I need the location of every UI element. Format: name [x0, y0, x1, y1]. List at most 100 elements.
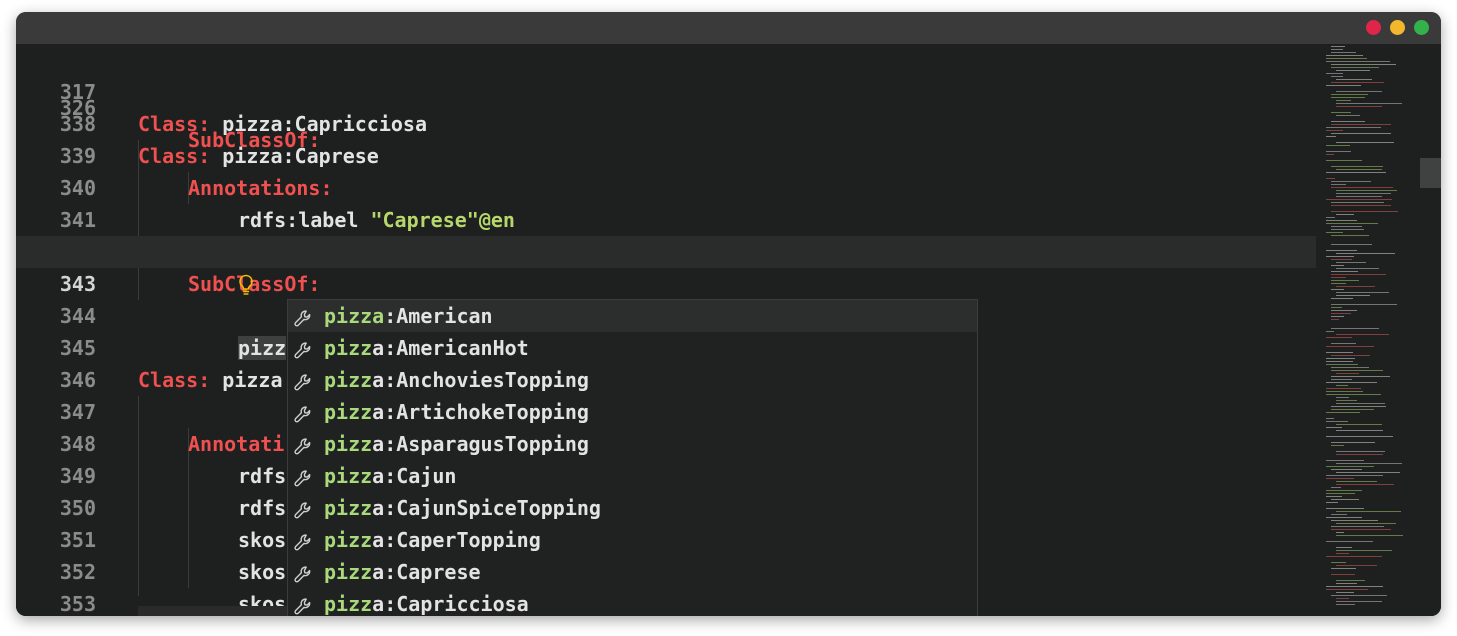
minimap-line: [1331, 277, 1346, 278]
minimap-line: [1331, 124, 1391, 125]
minimap-line: [1331, 244, 1372, 245]
minimap-line: [1331, 487, 1341, 488]
suggestion-item[interactable]: pizza:CaperTopping: [288, 524, 977, 556]
editor-window: 326 SubClassOf: 317 Class: pizza:Capricc…: [16, 12, 1441, 616]
suggestion-match: pizz: [324, 592, 373, 616]
code-line[interactable]: 342 SubClassOf:: [16, 204, 1326, 296]
minimap-line: [1336, 268, 1379, 269]
minimap-line: [1336, 481, 1377, 482]
minimap-line: [1336, 385, 1348, 386]
minimap-line: [1336, 604, 1355, 605]
suggestion-label: pizza:AsparagusTopping: [324, 428, 589, 460]
minimap-line: [1331, 442, 1375, 443]
minimap-line: [1326, 364, 1358, 365]
minimap-line: [1326, 250, 1357, 251]
minimap-line: [1336, 565, 1377, 566]
minimap-line: [1326, 85, 1361, 86]
minimap-line: [1331, 187, 1393, 188]
minimap-line: [1326, 331, 1334, 332]
minimap-line: [1336, 214, 1354, 215]
minimap-line: [1326, 490, 1362, 491]
suggestion-match: pizz: [324, 400, 373, 424]
code-line[interactable]: 338 Class: pizza:Caprese: [16, 76, 1326, 168]
code-editor[interactable]: 326 SubClassOf: 317 Class: pizza:Capricc…: [16, 44, 1441, 616]
minimap-line: [1331, 406, 1386, 407]
suggestion-label: pizza:Caprese: [324, 556, 481, 588]
minimap-line: [1326, 517, 1362, 518]
suggestion-match: pizz: [324, 464, 373, 488]
suggestion-item[interactable]: pizza:CajunSpiceTopping: [288, 492, 977, 524]
minimap-line: [1326, 199, 1392, 200]
suggestion-item[interactable]: pizza:AsparagusTopping: [288, 428, 977, 460]
minimap-line: [1326, 136, 1336, 137]
suggestion-item[interactable]: pizza:AnchoviesTopping: [288, 364, 977, 396]
code-line[interactable]: 339 Annotations:: [16, 108, 1326, 200]
suggestion-match: pizz: [324, 496, 373, 520]
minimap-line: [1336, 115, 1360, 116]
minimap-line: [1331, 94, 1368, 95]
minimap-line: [1326, 337, 1352, 338]
current-line[interactable]: 343 pizz: [16, 236, 1326, 360]
suggestion-rest: a:Caprese: [372, 560, 481, 584]
suggestion-item[interactable]: pizza:Caprese: [288, 556, 977, 588]
minimap-line: [1336, 292, 1389, 293]
suggestion-rest: a:Cajun: [372, 464, 457, 488]
minimap-line: [1336, 580, 1365, 581]
minimap-line: [1331, 184, 1346, 185]
minimap-line: [1331, 97, 1365, 98]
minimap-line: [1336, 70, 1370, 71]
minimap-line: [1331, 133, 1391, 134]
code-line[interactable]: 340 rdfs:label "Caprese"@en: [16, 140, 1326, 232]
minimap-line: [1331, 280, 1359, 281]
minimap-line: [1331, 46, 1345, 47]
minimap-line: [1336, 547, 1352, 548]
minimap-line: [1331, 298, 1353, 299]
code-line[interactable]: 341: [16, 172, 1326, 232]
minimize-button[interactable]: [1390, 20, 1405, 35]
minimap-line: [1326, 154, 1334, 155]
suggestion-widget[interactable]: pizza:American pizza:AmericanHot pizza:Anc…: [287, 299, 978, 616]
title-bar: [16, 12, 1441, 44]
suggestion-item[interactable]: pizza:Capricciosa: [288, 588, 977, 616]
minimap-slider[interactable]: [1420, 158, 1441, 188]
minimap-line: [1326, 388, 1361, 389]
minimap-line: [1331, 64, 1396, 65]
minimap-line: [1336, 79, 1372, 80]
minimap-line: [1331, 319, 1339, 320]
suggestion-item[interactable]: pizza:American: [288, 300, 977, 332]
minimap-line: [1326, 232, 1343, 233]
minimap-line: [1331, 211, 1398, 212]
suggestion-rest: a:CaperTopping: [372, 528, 541, 552]
minimap-line: [1326, 496, 1342, 497]
minimap-line: [1331, 445, 1344, 446]
minimap-line: [1331, 76, 1343, 77]
minimap-line: [1326, 427, 1342, 428]
minimap-line: [1336, 169, 1382, 170]
minimap-line: [1336, 253, 1395, 254]
minimap-line: [1336, 523, 1396, 524]
minimap-line: [1336, 472, 1400, 473]
sticky-line[interactable]: 317 Class: pizza:Capricciosa: [16, 44, 1326, 136]
suggestion-item[interactable]: pizza:ArtichokeTopping: [288, 396, 977, 428]
code-line[interactable]: 344: [16, 268, 1326, 328]
zoom-button[interactable]: [1414, 20, 1429, 35]
suggestion-item[interactable]: pizza:AmericanHot: [288, 332, 977, 364]
minimap[interactable]: [1316, 44, 1441, 616]
suggestion-rest: a:AsparagusTopping: [372, 432, 589, 456]
minimap-line: [1331, 226, 1362, 227]
minimap-line: [1326, 352, 1353, 353]
close-button[interactable]: [1366, 20, 1381, 35]
minimap-line: [1336, 532, 1344, 533]
minimap-line: [1326, 160, 1362, 161]
minimap-line: [1336, 190, 1397, 191]
minimap-line: [1331, 343, 1356, 344]
minimap-line: [1336, 100, 1351, 101]
minimap-line: [1326, 541, 1373, 542]
minimap-line: [1326, 556, 1382, 557]
minimap-line: [1331, 313, 1351, 314]
suggestion-item[interactable]: pizza:Cajun: [288, 460, 977, 492]
minimap-line: [1326, 217, 1335, 218]
minimap-line: [1331, 307, 1342, 308]
minimap-line: [1331, 328, 1379, 329]
minimap-line: [1331, 121, 1365, 122]
